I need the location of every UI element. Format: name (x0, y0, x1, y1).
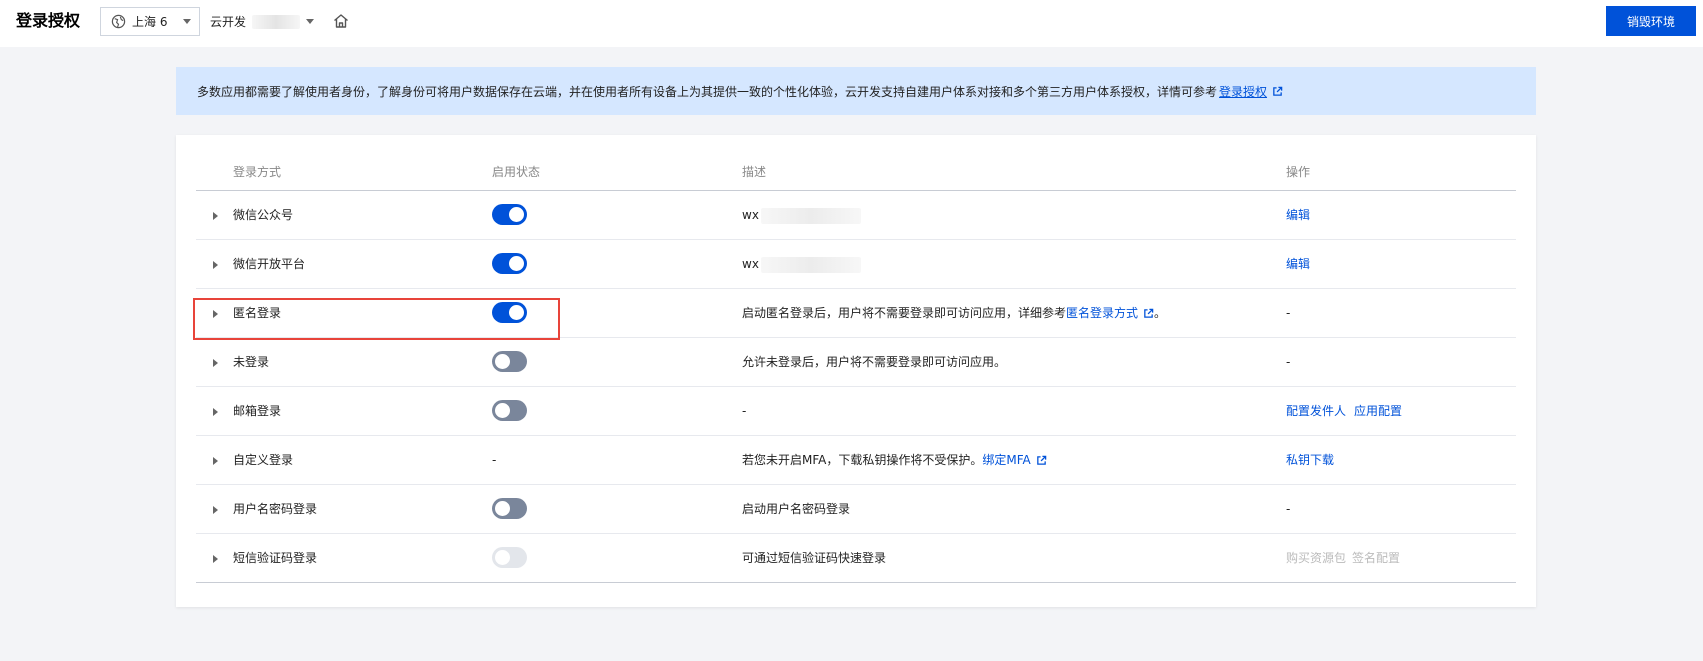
desc-prefix: wx (742, 208, 759, 222)
chevron-down-icon (183, 19, 191, 24)
external-link-icon[interactable] (1143, 308, 1154, 319)
expand-arrow-icon[interactable] (213, 261, 218, 269)
table-header: 登录方式 启用状态 描述 操作 (196, 152, 1516, 191)
ops-cell: 配置发件人 应用配置 (1286, 403, 1410, 419)
top-bar: 登录授权 上海 6 云开发 销毁环境 (0, 0, 1703, 47)
config-sender-link[interactable]: 配置发件人 (1286, 404, 1346, 418)
status-toggle[interactable] (492, 253, 527, 274)
method-desc: - (742, 404, 747, 418)
toggle-knob (509, 207, 524, 222)
expand-arrow-icon[interactable] (213, 457, 218, 465)
external-link-icon[interactable] (1036, 455, 1047, 466)
bind-mfa-link[interactable]: 绑定MFA (982, 453, 1030, 467)
method-desc: 启动匿名登录后，用户将不需要登录即可访问应用，详细参考匿名登录方式 。 (742, 305, 1166, 321)
method-name: 自定义登录 (233, 453, 294, 467)
status-text: - (492, 453, 497, 467)
masked-app-id (760, 256, 861, 273)
toggle-knob (509, 305, 524, 320)
expand-arrow-icon[interactable] (213, 359, 218, 367)
method-desc: 启动用户名密码登录 (742, 502, 851, 516)
method-desc: 可通过短信验证码快速登录 (742, 551, 887, 565)
status-toggle[interactable] (492, 204, 527, 225)
signature-config-link: 签名配置 (1352, 551, 1401, 565)
toggle-knob (495, 501, 510, 516)
login-auth-link[interactable]: 登录授权 (1219, 83, 1267, 100)
status-toggle[interactable] (492, 302, 527, 323)
env-id-masked (252, 14, 301, 29)
table-row: 匿名登录 启动匿名登录后，用户将不需要登录即可访问应用，详细参考匿名登录方式。 … (196, 289, 1516, 338)
table-row: 微信公众号 wx 编辑 (196, 191, 1516, 240)
method-name: 邮箱登录 (233, 404, 282, 418)
expand-arrow-icon[interactable] (213, 555, 218, 563)
method-desc: 若您未开启MFA，下载私钥操作将不受保护。绑定MFA (742, 452, 1047, 468)
private-key-download-link[interactable]: 私钥下载 (1286, 453, 1334, 467)
toggle-knob (495, 550, 510, 565)
table-row: 邮箱登录 - 配置发件人 应用配置 (196, 387, 1516, 436)
toggle-knob (495, 403, 510, 418)
region-value: 上海 6 (132, 15, 168, 29)
env-label: 云开发 (210, 15, 247, 29)
destroy-env-button[interactable]: 销毁环境 (1606, 6, 1696, 36)
buy-package-link: 购买资源包 (1286, 551, 1347, 565)
table-row: 自定义登录 - 若您未开启MFA，下载私钥操作将不受保护。绑定MFA 私钥下载 (196, 436, 1516, 485)
method-name: 微信开放平台 (233, 257, 306, 271)
login-methods-table: 登录方式 启用状态 描述 操作 微信公众号 wx 编辑 微信开放平台 wx 编辑… (196, 152, 1516, 583)
chevron-down-icon (306, 19, 315, 24)
globe-icon (111, 14, 126, 29)
method-name: 用户名密码登录 (233, 502, 318, 516)
app-config-link[interactable]: 应用配置 (1354, 404, 1402, 418)
expand-arrow-icon[interactable] (213, 310, 218, 318)
region-select[interactable]: 上海 6 (100, 7, 200, 36)
desc-suffix: 。 (1154, 306, 1167, 320)
anonymous-login-doc-link[interactable]: 匿名登录方式 (1066, 306, 1138, 320)
status-toggle (492, 547, 527, 568)
table-row: 微信开放平台 wx 编辑 (196, 240, 1516, 289)
ops-cell: 编辑 (1286, 256, 1318, 272)
login-methods-card: 登录方式 启用状态 描述 操作 微信公众号 wx 编辑 微信开放平台 wx 编辑… (176, 135, 1536, 607)
page-title: 登录授权 (16, 11, 81, 30)
col-header-method: 登录方式 (233, 165, 282, 179)
expand-arrow-icon[interactable] (213, 408, 218, 416)
expand-arrow-icon[interactable] (213, 212, 218, 220)
masked-app-id (760, 207, 861, 224)
env-select[interactable]: 云开发 (210, 7, 315, 36)
ops-cell: - (1286, 306, 1291, 320)
desc-text: 启动匿名登录后，用户将不需要登录即可访问应用，详细参考 (742, 306, 1067, 320)
ops-cell: 编辑 (1286, 207, 1318, 223)
ops-cell: 私钥下载 (1286, 452, 1342, 468)
external-link-icon[interactable] (1272, 86, 1283, 97)
table-row: 未登录 允许未登录后，用户将不需要登录即可访问应用。 - (196, 338, 1516, 387)
status-toggle[interactable] (492, 498, 527, 519)
status-toggle[interactable] (492, 400, 527, 421)
ops-cell: - (1286, 502, 1291, 516)
method-name: 未登录 (233, 355, 270, 369)
toggle-knob (509, 256, 524, 271)
table-row: 短信验证码登录 可通过短信验证码快速登录 购买资源包 签名配置 (196, 534, 1516, 583)
home-icon[interactable] (332, 12, 350, 30)
edit-link[interactable]: 编辑 (1286, 257, 1310, 271)
desc-text: 若您未开启MFA，下载私钥操作将不受保护。 (742, 453, 983, 467)
method-desc: wx (742, 207, 861, 224)
method-desc: 允许未登录后，用户将不需要登录即可访问应用。 (742, 355, 1007, 369)
method-desc: wx (742, 256, 861, 273)
info-banner: 多数应用都需要了解使用者身份，了解身份可将用户数据保存在云端，并在使用者所有设备… (176, 67, 1536, 115)
method-name: 微信公众号 (233, 208, 294, 222)
col-header-ops: 操作 (1286, 165, 1311, 179)
status-toggle[interactable] (492, 351, 527, 372)
banner-text: 多数应用都需要了解使用者身份，了解身份可将用户数据保存在云端，并在使用者所有设备… (197, 84, 1218, 99)
ops-cell: - (1286, 355, 1291, 369)
col-header-desc: 描述 (742, 165, 767, 179)
desc-prefix: wx (742, 257, 759, 271)
method-name: 匿名登录 (233, 306, 282, 320)
toggle-knob (495, 354, 510, 369)
table-row: 用户名密码登录 启动用户名密码登录 - (196, 485, 1516, 534)
ops-cell: 购买资源包 签名配置 (1286, 550, 1406, 566)
col-header-status: 启用状态 (492, 165, 541, 179)
expand-arrow-icon[interactable] (213, 506, 218, 514)
method-name: 短信验证码登录 (233, 551, 318, 565)
edit-link[interactable]: 编辑 (1286, 208, 1310, 222)
